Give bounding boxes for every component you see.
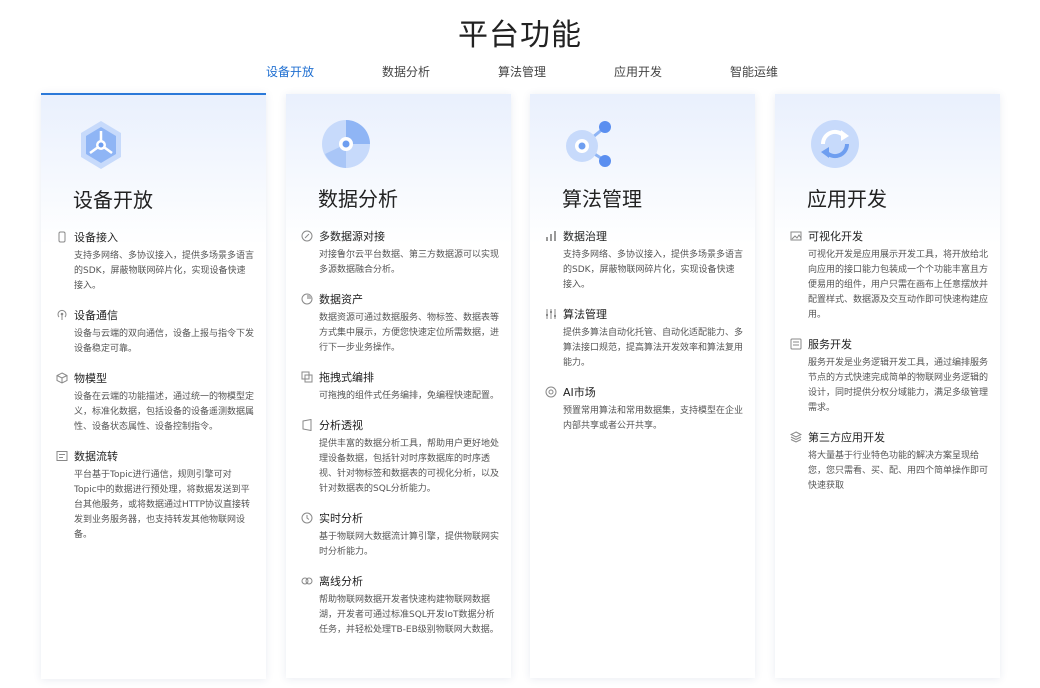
tab-bar: 设备开放 数据分析 算法管理 应用开发 智能运维 — [0, 63, 1040, 83]
drag-icon — [301, 371, 313, 383]
feature-desc: 提供丰富的数据分析工具，帮助用户更好地处理设备数据，包括针对时序数据库的时序透视… — [319, 439, 500, 494]
feature-desc: 基于物联网大数据流计算引擎，提供物联网实时分析能力。 — [319, 532, 500, 557]
feature-item: 设备接入 支持多网络、多协议接入，提供多场景多语言的SDK，屏蔽物联网碎片化，实… — [56, 229, 256, 294]
feature-title: 第三方应用开发 — [808, 431, 885, 444]
service-icon — [790, 338, 802, 350]
feature-item: 拖拽式编排 可拖拽的组件式任务编排，免编程快速配置。 — [301, 369, 501, 404]
feature-title: 物模型 — [74, 372, 107, 385]
feature-desc: 预置常用算法和常用数据集，支持模型在企业内部共享或者公开共享。 — [563, 406, 744, 431]
card-title: 数据分析 — [318, 187, 398, 211]
device-icon — [58, 231, 66, 243]
feature-title: 设备接入 — [74, 231, 118, 244]
signal-icon — [57, 309, 67, 320]
hexagon-node-icon — [81, 121, 121, 169]
card-device-open[interactable]: 设备开放 设备接入 支持多网络、多协议接入，提供多场景多语言的SDK，屏蔽物联网… — [41, 93, 266, 679]
feature-title: 数据治理 — [563, 230, 607, 243]
feature-item: 服务开发 服务开发是业务逻辑开发工具，通过编排服务节点的方式快速完成简单的物联网… — [790, 336, 990, 416]
compass-icon — [301, 230, 313, 242]
share-nodes-icon — [566, 121, 611, 167]
feature-item: 数据治理 支持多网络、多协议接入，提供多场景多语言的SDK，屏蔽物联网碎片化，实… — [545, 228, 745, 293]
feature-title: 可视化开发 — [808, 230, 863, 243]
pie-icon — [301, 293, 313, 305]
feature-item: 多数据源对接 对接鲁尔云平台数据、第三方数据源可以实现多源数据融合分析。 — [301, 228, 501, 278]
card-app-development[interactable]: 应用开发 可视化开发 可视化开发是应用展示开发工具，将开放给北向应用的接口能力包… — [775, 94, 1000, 678]
feature-title: 分析透视 — [319, 419, 363, 432]
perspective-icon — [302, 419, 312, 431]
feature-desc: 对接鲁尔云平台数据、第三方数据源可以实现多源数据融合分析。 — [319, 250, 500, 275]
feature-desc: 提供多算法自动化托管、自动化适配能力、多算法接口规范，提高算法开发效率和算法复用… — [563, 328, 744, 368]
feature-title: 数据流转 — [74, 450, 118, 463]
feature-desc: 平台基于Topic进行通信，规则引擎可对Topic中的数据进行预处理，将数据发送… — [74, 470, 251, 540]
tab-device-open[interactable]: 设备开放 — [266, 63, 314, 80]
pie-chart-icon — [322, 120, 370, 168]
card-data-analysis[interactable]: 数据分析 多数据源对接 对接鲁尔云平台数据、第三方数据源可以实现多源数据融合分析… — [286, 94, 511, 678]
feature-item: 实时分析 基于物联网大数据流计算引擎，提供物联网实时分析能力。 — [301, 510, 501, 560]
feature-item: 数据资产 数据资源可通过数据服务、物标签、数据表等方式集中展示，方便您快速定位所… — [301, 291, 501, 356]
card-title: 设备开放 — [73, 188, 153, 212]
feature-title: AI市场 — [563, 386, 596, 399]
feature-title: 多数据源对接 — [319, 230, 385, 243]
card-algorithm-management[interactable]: 算法管理 数据治理 支持多网络、多协议接入，提供多场景多语言的SDK，屏蔽物联网… — [530, 94, 755, 678]
feature-title: 服务开发 — [808, 338, 852, 351]
card-title: 算法管理 — [562, 187, 642, 211]
stream-icon — [56, 451, 68, 461]
sliders-icon — [546, 309, 556, 319]
feature-title: 算法管理 — [563, 308, 607, 321]
feature-desc: 可拖拽的组件式任务编排，免编程快速配置。 — [319, 391, 500, 401]
feature-title: 数据资产 — [319, 293, 363, 306]
feature-desc: 可视化开发是应用展示开发工具，将开放给北向应用的接口能力包装成一个个功能丰富且方… — [808, 250, 989, 320]
bar-chart-icon — [546, 231, 556, 241]
feature-item: 设备通信 设备与云端的双向通信，设备上报与指令下发设备稳定可靠。 — [56, 307, 256, 357]
feature-desc: 帮助物联网数据开发者快速构建物联网数据湖，开发者可通过标准SQL开发IoT数据分… — [319, 595, 499, 635]
feature-desc: 设备在云端的功能描述，通过统一的物模型定义，标准化数据，包括设备的设备遥测数据属… — [74, 392, 255, 432]
image-icon — [790, 231, 802, 241]
tab-algorithm-management[interactable]: 算法管理 — [498, 63, 546, 80]
feature-title: 离线分析 — [319, 575, 363, 588]
feature-desc: 将大量基于行业特色功能的解决方案呈现给您，您只需看、买、配、用四个简单操作即可快… — [808, 451, 989, 491]
feature-desc: 数据资源可通过数据服务、物标签、数据表等方式集中展示，方便您快速定位所需数据，进… — [319, 313, 500, 353]
refresh-cycle-icon — [811, 120, 859, 168]
tab-app-development[interactable]: 应用开发 — [614, 63, 662, 80]
feature-title: 实时分析 — [319, 512, 363, 525]
feature-item: 分析透视 提供丰富的数据分析工具，帮助用户更好地处理设备数据，包括针对时序数据库… — [301, 417, 501, 497]
clock-icon — [301, 512, 313, 524]
feature-desc: 支持多网络、多协议接入，提供多场景多语言的SDK，屏蔽物联网碎片化，实现设备快速… — [563, 250, 744, 290]
layers-icon — [790, 431, 802, 443]
feature-item: 第三方应用开发 将大量基于行业特色功能的解决方案呈现给您，您只需看、买、配、用四… — [790, 429, 990, 494]
card-title: 应用开发 — [807, 187, 887, 211]
feature-title: 设备通信 — [74, 309, 118, 322]
feature-item: 物模型 设备在云端的功能描述，通过统一的物模型定义，标准化数据，包括设备的设备遥… — [56, 370, 256, 435]
offline-icon — [301, 577, 313, 585]
feature-desc: 支持多网络、多协议接入，提供多场景多语言的SDK，屏蔽物联网碎片化，实现设备快速… — [74, 251, 255, 291]
feature-item: 可视化开发 可视化开发是应用展示开发工具，将开放给北向应用的接口能力包装成一个个… — [790, 228, 990, 323]
feature-desc: 设备与云端的双向通信，设备上报与指令下发设备稳定可靠。 — [74, 329, 255, 354]
tab-data-analysis[interactable]: 数据分析 — [382, 63, 430, 80]
feature-title: 拖拽式编排 — [319, 371, 374, 384]
feature-item: 数据流转 平台基于Topic进行通信，规则引擎可对Topic中的数据进行预处理，… — [56, 448, 256, 543]
feature-item: 算法管理 提供多算法自动化托管、自动化适配能力、多算法接口规范，提高算法开发效率… — [545, 306, 745, 371]
page-title: 平台功能 — [458, 18, 582, 53]
tab-smart-ops[interactable]: 智能运维 — [730, 63, 778, 80]
feature-item: AI市场 预置常用算法和常用数据集，支持模型在企业内部共享或者公开共享。 — [545, 384, 745, 434]
ai-icon — [545, 386, 557, 398]
cube-icon — [56, 372, 68, 384]
feature-desc: 服务开发是业务逻辑开发工具，通过编排服务节点的方式快速完成简单的物联网业务逻辑的… — [808, 358, 989, 413]
feature-item: 离线分析 帮助物联网数据开发者快速构建物联网数据湖，开发者可通过标准SQL开发I… — [301, 573, 501, 638]
